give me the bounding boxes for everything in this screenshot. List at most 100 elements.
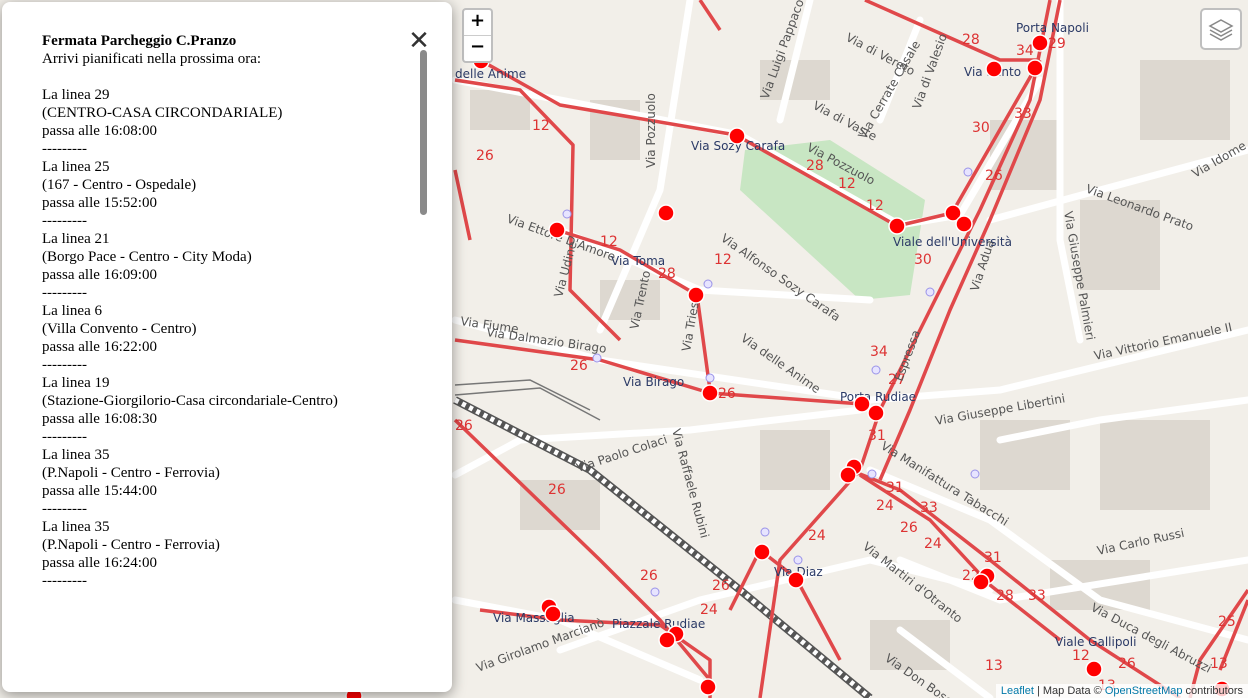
- arrival-line: La linea 21: [42, 231, 110, 247]
- svg-text:13: 13: [985, 658, 1003, 674]
- stop-popup: ✕ Fermata Parcheggio C.Pranzo Arrivi pia…: [2, 2, 452, 692]
- stop-marker: [687, 286, 705, 304]
- arrival-time: passa alle 16:08:00: [42, 123, 157, 139]
- svg-text:26: 26: [640, 568, 658, 584]
- stop-marker: [1026, 59, 1044, 77]
- stop-marker: [658, 631, 676, 649]
- svg-text:31: 31: [886, 480, 904, 496]
- attribution-rest: contributors: [1182, 685, 1243, 697]
- svg-text:12: 12: [714, 252, 732, 268]
- popup-scrollbar[interactable]: [420, 50, 427, 215]
- street-label: Via Carlo Russi: [1096, 526, 1186, 558]
- svg-text:33: 33: [1014, 106, 1032, 122]
- arrival-route: (167 - Centro - Ospedale): [42, 177, 197, 193]
- arrival-separator: ---------: [42, 429, 87, 445]
- stop-marker: [839, 466, 857, 484]
- stop-marker: [867, 404, 885, 422]
- svg-text:33: 33: [1028, 588, 1046, 604]
- popup-subtitle: Arrivi pianificati nella prossima ora:: [42, 51, 262, 67]
- svg-text:26: 26: [712, 578, 730, 594]
- svg-text:26: 26: [985, 168, 1003, 184]
- stop-label: Viale Gallipoli: [1055, 635, 1136, 649]
- arrival-separator: ---------: [42, 573, 87, 589]
- stop-marker: [985, 60, 1003, 78]
- arrival-line: La linea 19: [42, 375, 110, 391]
- popup-content[interactable]: Fermata Parcheggio C.Pranzo Arrivi piani…: [42, 32, 417, 682]
- arrival-item: La linea 35 (P.Napoli - Centro - Ferrovi…: [42, 446, 417, 518]
- stop-label: delle Anime: [455, 67, 526, 81]
- popup-title: Fermata Parcheggio C.Pranzo: [42, 33, 237, 49]
- stop-label: Piazzale Rudiae: [612, 617, 705, 631]
- svg-text:26: 26: [570, 358, 588, 374]
- svg-text:12: 12: [866, 198, 884, 214]
- svg-text:26: 26: [476, 148, 494, 164]
- street-label: Via Idome: [1190, 138, 1248, 180]
- street-label: Espressa: [892, 328, 923, 383]
- street-label: Via Pozzuolo: [644, 93, 658, 168]
- stop-marker: [972, 573, 990, 591]
- svg-text:24: 24: [700, 602, 718, 618]
- stop-label: Viale dell'Università: [893, 235, 1012, 249]
- arrival-item: La linea 35 (P.Napoli - Centro - Ferrovi…: [42, 518, 417, 590]
- stop-marker: [699, 678, 717, 696]
- street-label: Via Raffaele Rubini: [669, 427, 712, 540]
- arrival-separator: ---------: [42, 501, 87, 517]
- arrival-separator: ---------: [42, 213, 87, 229]
- stop-marker: [657, 204, 675, 222]
- arrival-separator: ---------: [42, 141, 87, 157]
- leaflet-link[interactable]: Leaflet: [1001, 685, 1034, 697]
- svg-text:26: 26: [1118, 656, 1136, 672]
- arrival-route: (Stazione-Giorgilorio-Casa circondariale…: [42, 393, 338, 409]
- arrival-time: passa alle 16:22:00: [42, 339, 157, 355]
- arrival-line: La linea 29: [42, 87, 110, 103]
- layers-icon: [1208, 19, 1234, 41]
- stop-marker: [853, 395, 871, 413]
- svg-text:24: 24: [924, 536, 942, 552]
- arrival-line: La linea 25: [42, 159, 110, 175]
- stop-label: Via Birago: [623, 375, 684, 389]
- stop-marker: [728, 127, 746, 145]
- stop-marker: [548, 221, 566, 239]
- stop-marker: [753, 543, 771, 561]
- stop-label: Via Toma: [611, 254, 665, 268]
- svg-text:28: 28: [658, 266, 676, 282]
- arrival-item: La linea 29 (CENTRO-CASA CIRCONDARIALE) …: [42, 86, 417, 158]
- svg-text:29: 29: [1048, 36, 1066, 52]
- stop-marker: [888, 217, 906, 235]
- attribution-sep: | Map Data ©: [1033, 685, 1105, 697]
- layers-button[interactable]: [1200, 8, 1242, 50]
- stop-marker: [544, 605, 562, 623]
- svg-text:26: 26: [548, 482, 566, 498]
- osm-link[interactable]: OpenStreetMap: [1105, 685, 1183, 697]
- stop-label: Porta Rudiae: [840, 390, 916, 404]
- arrival-line: La linea 6: [42, 303, 102, 319]
- stop-marker: [701, 384, 719, 402]
- svg-text:30: 30: [914, 252, 932, 268]
- arrival-route: (P.Napoli - Centro - Ferrovia): [42, 465, 220, 481]
- zoom-out-button[interactable]: −: [464, 35, 491, 61]
- svg-text:28: 28: [962, 32, 980, 48]
- arrival-route: (Borgo Pace - Centro - City Moda): [42, 249, 252, 265]
- arrival-route: (Villa Convento - Centro): [42, 321, 197, 337]
- arrival-time: passa alle 16:09:00: [42, 267, 157, 283]
- svg-text:24: 24: [808, 528, 826, 544]
- stop-label: Porta Napoli: [1016, 21, 1089, 35]
- arrival-line: La linea 35: [42, 447, 110, 463]
- svg-text:12: 12: [1072, 648, 1090, 664]
- arrival-route: (P.Napoli - Centro - Ferrovia): [42, 537, 220, 553]
- arrival-separator: ---------: [42, 357, 87, 373]
- arrival-time: passa alle 16:24:00: [42, 555, 157, 571]
- svg-text:28: 28: [996, 588, 1014, 604]
- arrival-time: passa alle 15:44:00: [42, 483, 157, 499]
- arrival-route: (CENTRO-CASA CIRCONDARIALE): [42, 105, 283, 121]
- arrival-item: La linea 19 (Stazione-Giorgilorio-Casa c…: [42, 374, 417, 446]
- svg-text:25: 25: [1218, 614, 1236, 630]
- arrival-item: La linea 6 (Villa Convento - Centro) pas…: [42, 302, 417, 374]
- arrival-time: passa alle 16:08:30: [42, 411, 157, 427]
- arrival-line: La linea 35: [42, 519, 110, 535]
- svg-text:26: 26: [718, 386, 736, 402]
- svg-text:24: 24: [876, 498, 894, 514]
- zoom-in-button[interactable]: +: [464, 10, 491, 35]
- arrival-time: passa alle 15:52:00: [42, 195, 157, 211]
- street-label: Via Tries: [679, 301, 701, 353]
